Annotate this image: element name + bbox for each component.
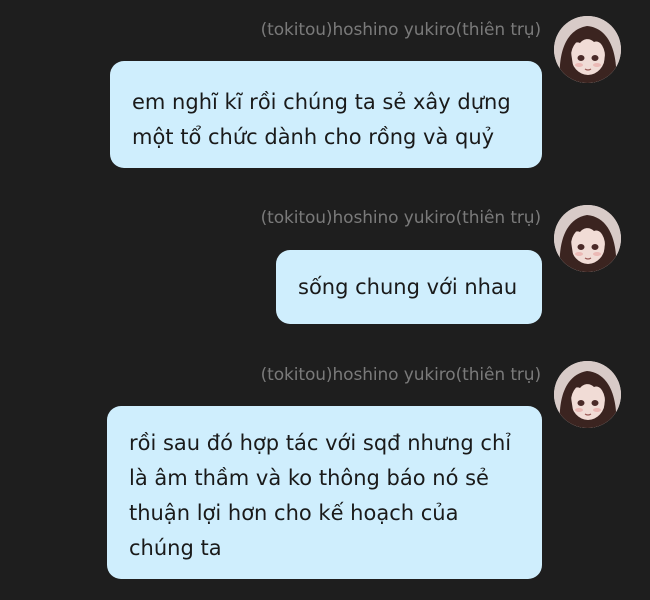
chat-screen: { "messages": [ { "sender": "(tokitou)ho… (0, 0, 650, 600)
sender-name: (tokitou)hoshino yukiro(thiên trụ) (260, 365, 541, 385)
user-avatar-icon[interactable] (554, 361, 621, 428)
message-bubble: rồi sau đó hợp tác với sqđ nhưng chỉ là … (107, 406, 542, 579)
chat-message: (tokitou)hoshino yukiro(thiên trụ) rồi s… (0, 0, 650, 600)
